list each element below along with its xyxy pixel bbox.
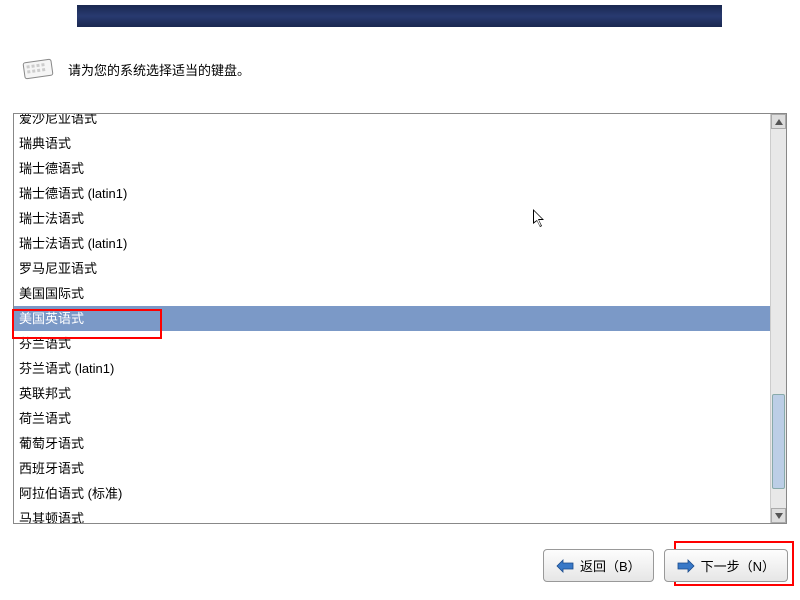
list-item[interactable]: 芬兰语式 (latin1) bbox=[14, 356, 770, 381]
button-row: 返回（B） 下一步（N） bbox=[543, 549, 788, 582]
list-item[interactable]: 美国国际式 bbox=[14, 281, 770, 306]
instruction-row: 请为您的系统选择适当的键盘。 bbox=[20, 55, 250, 83]
keyboard-icon bbox=[20, 55, 56, 83]
header-banner bbox=[77, 5, 722, 27]
arrow-right-icon bbox=[677, 559, 695, 573]
list-item[interactable]: 英联邦式 bbox=[14, 381, 770, 406]
scroll-down-button[interactable] bbox=[771, 508, 786, 523]
list-item[interactable]: 阿拉伯语式 (标准) bbox=[14, 481, 770, 506]
back-button[interactable]: 返回（B） bbox=[543, 549, 654, 582]
list-item[interactable]: 瑞士德语式 bbox=[14, 156, 770, 181]
keyboard-list-container: 爱沙尼业语式瑞典语式瑞士德语式瑞士德语式 (latin1)瑞士法语式瑞士法语式 … bbox=[13, 113, 787, 524]
scrollbar[interactable] bbox=[770, 114, 786, 523]
list-item[interactable]: 瑞士德语式 (latin1) bbox=[14, 181, 770, 206]
keyboard-list[interactable]: 爱沙尼业语式瑞典语式瑞士德语式瑞士德语式 (latin1)瑞士法语式瑞士法语式 … bbox=[14, 114, 770, 523]
list-item[interactable]: 葡萄牙语式 bbox=[14, 431, 770, 456]
list-item[interactable]: 罗马尼亚语式 bbox=[14, 256, 770, 281]
list-item[interactable]: 美国英语式 bbox=[14, 306, 770, 331]
back-button-label: 返回（B） bbox=[580, 556, 641, 575]
list-item[interactable]: 西班牙语式 bbox=[14, 456, 770, 481]
list-item[interactable]: 马其顿语式 bbox=[14, 506, 770, 523]
list-item[interactable]: 瑞士法语式 (latin1) bbox=[14, 231, 770, 256]
list-item[interactable]: 芬兰语式 bbox=[14, 331, 770, 356]
list-item[interactable]: 荷兰语式 bbox=[14, 406, 770, 431]
next-button[interactable]: 下一步（N） bbox=[664, 549, 788, 582]
scroll-up-button[interactable] bbox=[771, 114, 786, 129]
scroll-thumb[interactable] bbox=[772, 394, 785, 489]
next-button-label: 下一步（N） bbox=[701, 556, 775, 575]
list-item[interactable]: 瑞士法语式 bbox=[14, 206, 770, 231]
instruction-text: 请为您的系统选择适当的键盘。 bbox=[68, 60, 250, 79]
list-item[interactable]: 瑞典语式 bbox=[14, 131, 770, 156]
arrow-left-icon bbox=[556, 559, 574, 573]
list-item[interactable]: 爱沙尼业语式 bbox=[14, 114, 770, 131]
